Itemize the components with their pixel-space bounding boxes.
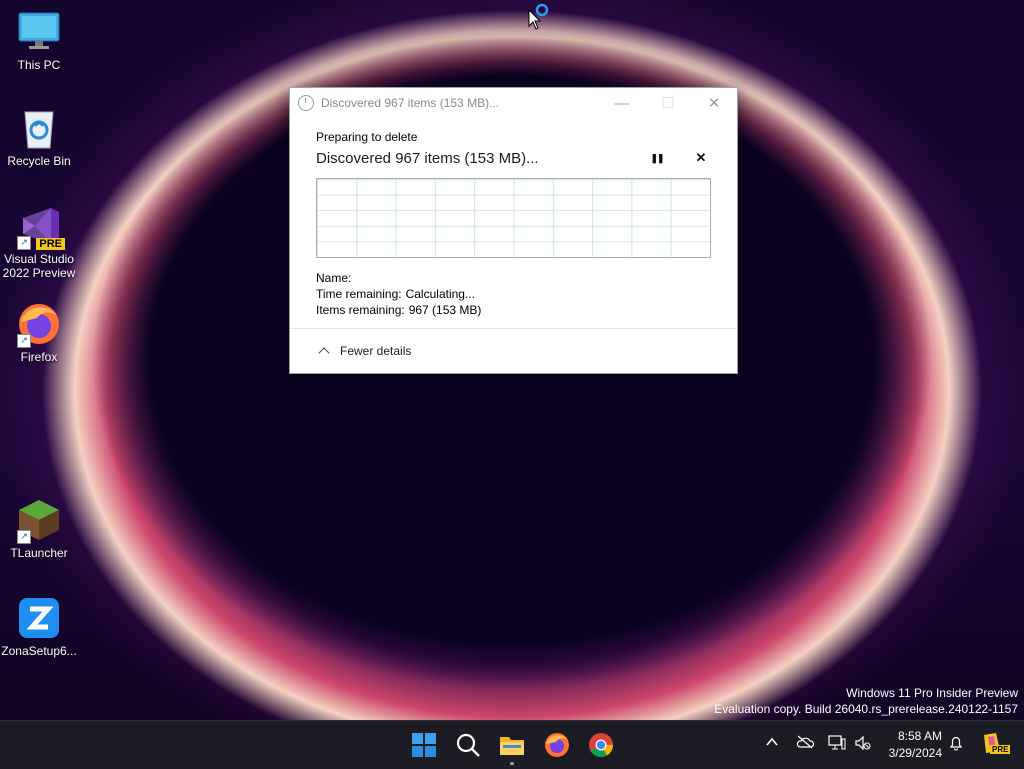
desktop-icon-label: ZonaSetup6... — [1, 644, 77, 658]
delete-progress-dialog: Discovered 967 items (153 MB)... — ☐ ✕ P… — [289, 87, 738, 374]
watermark-line2: Evaluation copy. Build 26040.rs_prerelea… — [714, 702, 1018, 716]
minimize-button[interactable]: — — [599, 88, 645, 118]
operation-subtitle: Preparing to delete — [316, 130, 418, 144]
desktop-icon-label: Visual Studio 2022 Preview — [2, 252, 76, 280]
time-remaining-row: Time remaining: Calculating... — [316, 286, 711, 302]
chrome-icon[interactable] — [588, 732, 614, 758]
maximize-button[interactable]: ☐ — [645, 88, 691, 118]
items-remaining-value: 967 (153 MB) — [408, 303, 482, 317]
pause-button[interactable]: ❚❚ — [647, 148, 667, 168]
time-remaining-value: Calculating... — [405, 287, 475, 301]
desktop-icon-label: Firefox — [20, 350, 58, 364]
shortcut-arrow-icon: ↗ — [17, 530, 31, 544]
footer-divider — [290, 328, 737, 329]
clock-icon — [298, 95, 314, 111]
firefox-icon[interactable] — [544, 732, 570, 758]
desktop-icon-recycle-bin[interactable]: Recycle Bin — [0, 106, 78, 168]
desktop-icon-this-pc[interactable]: This PC — [0, 10, 78, 72]
network-icon[interactable] — [828, 735, 846, 754]
onedrive-offline-icon[interactable] — [796, 735, 815, 752]
active-indicator — [510, 762, 514, 765]
clock-date: 3/29/2024 — [888, 746, 942, 760]
details-panel: Name: Time remaining: Calculating... Item… — [316, 270, 711, 318]
desktop-icon-zonasetup[interactable]: ZonaSetup6... — [0, 596, 78, 658]
windows-watermark: Windows 11 Pro Insider Preview Evaluatio… — [714, 685, 1018, 717]
name-label: Name: — [316, 271, 352, 285]
fewer-details-label: Fewer details — [340, 344, 412, 358]
file-explorer-icon[interactable] — [499, 732, 525, 765]
clock-time: 8:58 AM — [897, 729, 942, 743]
copilot-pre-icon[interactable]: PRE — [980, 731, 1011, 758]
desktop-icon-visual-studio[interactable]: ↗ PRE Visual Studio 2022 Preview — [0, 204, 78, 280]
items-remaining-row: Items remaining: 967 (153 MB) — [316, 302, 711, 318]
firefox-icon: ↗ — [17, 302, 61, 348]
monitor-icon — [17, 10, 61, 54]
desktop-icon-tlauncher[interactable]: ↗ TLauncher — [0, 498, 78, 560]
fewer-details-button[interactable]: Fewer details — [318, 344, 412, 359]
watermark-line1: Windows 11 Pro Insider Preview — [846, 686, 1018, 700]
pre-badge: PRE — [36, 238, 65, 250]
chevron-up-icon[interactable] — [765, 735, 779, 752]
dialog-title: Discovered 967 items (153 MB)... — [321, 96, 500, 110]
shortcut-arrow-icon: ↗ — [17, 334, 31, 348]
busy-cursor-icon — [528, 2, 552, 30]
system-clock[interactable]: 8:58 AM 3/29/2024 — [889, 728, 942, 762]
dialog-titlebar[interactable]: Discovered 967 items (153 MB)... — ☐ ✕ — [290, 88, 737, 118]
name-row: Name: — [316, 270, 711, 286]
grass-block-icon: ↗ — [17, 498, 61, 544]
desktop-icon-label: Recycle Bin — [7, 154, 71, 168]
start-icon[interactable] — [411, 732, 437, 758]
pre-badge: PRE — [990, 745, 1011, 754]
operation-headline: Discovered 967 items (153 MB)... — [316, 149, 539, 167]
close-button[interactable]: ✕ — [691, 88, 737, 118]
cancel-button[interactable]: ✕ — [691, 148, 711, 168]
time-remaining-label: Time remaining: — [316, 287, 402, 301]
desktop-icon-firefox[interactable]: ↗ Firefox — [0, 302, 78, 364]
visual-studio-icon: ↗ PRE — [17, 204, 65, 250]
volume-muted-icon[interactable] — [854, 735, 872, 754]
chevron-up-icon — [318, 347, 330, 359]
desktop-icon-label: TLauncher — [10, 546, 68, 560]
zona-icon — [17, 596, 61, 640]
shortcut-arrow-icon: ↗ — [17, 236, 31, 250]
recycle-bin-icon — [17, 106, 61, 150]
taskbar: 8:58 AM 3/29/2024 PRE — [0, 720, 1024, 769]
items-remaining-label: Items remaining: — [316, 303, 405, 317]
desktop-icon-label: This PC — [17, 58, 61, 72]
notification-bell-icon[interactable] — [948, 735, 964, 754]
speed-graph — [316, 178, 711, 258]
search-icon[interactable] — [455, 732, 481, 758]
